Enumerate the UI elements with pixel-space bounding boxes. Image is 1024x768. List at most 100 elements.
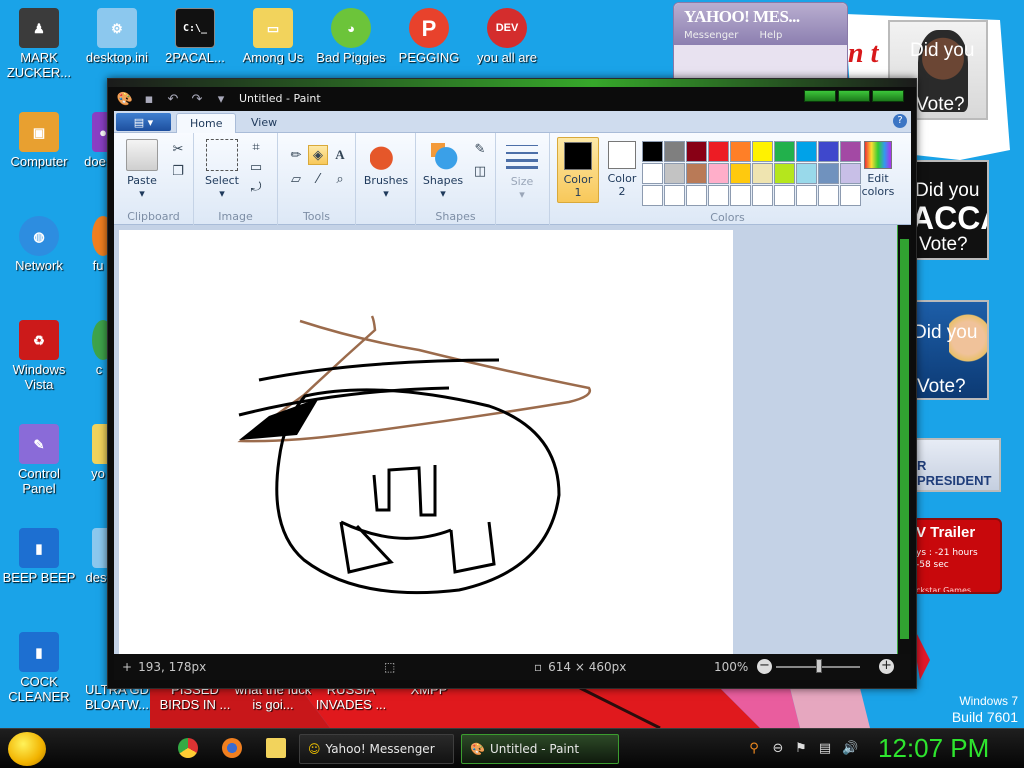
palette-swatch[interactable] bbox=[686, 185, 707, 206]
desktop-icon-2pacal[interactable]: C:\_ 2PACAL... bbox=[156, 8, 234, 65]
desktop-icon-pegging[interactable]: P PEGGING bbox=[390, 8, 468, 65]
volume-icon[interactable]: 🔊 bbox=[842, 741, 858, 757]
zoom-in-button[interactable]: + bbox=[879, 659, 894, 674]
desktop-icon-cock-cleaner[interactable]: ▮ COCK CLEANER bbox=[0, 632, 78, 704]
desktop-icon-mark-zucker[interactable]: ♟ MARK ZUCKER... bbox=[0, 8, 78, 80]
paint-app-icon[interactable]: 🎨 bbox=[116, 90, 134, 108]
save-icon[interactable]: ▪ bbox=[140, 90, 158, 108]
magnifier-icon[interactable]: ⌕ bbox=[330, 169, 350, 189]
palette-swatch[interactable] bbox=[752, 163, 773, 184]
taskbar-task-paint[interactable]: 🎨 Untitled - Paint bbox=[461, 734, 619, 764]
palette-swatch[interactable] bbox=[774, 185, 795, 206]
eraser-icon[interactable]: ▱ bbox=[286, 169, 306, 189]
yahoo-messenger-window[interactable]: YAHOO! MES... Messenger Help bbox=[673, 2, 848, 82]
undo-icon[interactable]: ↶ bbox=[164, 90, 182, 108]
desktop-icon-desktop-ini[interactable]: ⚙ desktop.ini bbox=[78, 8, 156, 65]
palette-swatch[interactable] bbox=[730, 163, 751, 184]
president-ad[interactable]: R PRESIDENT bbox=[915, 438, 1001, 492]
palette-swatch[interactable] bbox=[708, 185, 729, 206]
desktop-icon-among-us[interactable]: ▭ Among Us bbox=[234, 8, 312, 65]
color-picker-icon[interactable]: ⁄ bbox=[308, 169, 328, 189]
copy-icon[interactable]: ❐ bbox=[168, 161, 188, 181]
scrollbar-thumb[interactable] bbox=[900, 239, 909, 639]
paint-window[interactable]: 🎨 ▪ ↶ ↷ ▾ Untitled - Paint ▤ ▾ Home View… bbox=[107, 78, 917, 689]
edit-colors-button[interactable]: Edit colors bbox=[856, 141, 900, 198]
palette-swatch[interactable] bbox=[642, 185, 663, 206]
palette-swatch[interactable] bbox=[752, 141, 773, 162]
desktop-icon-bad-piggies[interactable]: ◕ Bad Piggies bbox=[312, 8, 390, 65]
firefox-icon[interactable] bbox=[222, 738, 242, 758]
desktop-icon-fu[interactable]: fu bbox=[78, 216, 114, 273]
desktop-icon-beep-beep[interactable]: ▮ BEEP BEEP bbox=[0, 528, 78, 585]
outline-icon[interactable]: ✎ bbox=[470, 139, 490, 159]
palette-swatch[interactable] bbox=[642, 141, 663, 162]
start-button[interactable] bbox=[8, 732, 46, 766]
vote-ad-acca[interactable]: Did you ACCA Vote? bbox=[905, 160, 989, 260]
desktop-icon-c[interactable]: c bbox=[78, 320, 114, 377]
vertical-scrollbar[interactable] bbox=[897, 225, 911, 654]
zoom-slider-knob[interactable] bbox=[816, 659, 822, 673]
desktop-icon-doe[interactable]: ● doe bbox=[78, 112, 114, 169]
desktop-icon-des[interactable]: des bbox=[78, 528, 114, 585]
color2-selector[interactable]: Color 2 bbox=[601, 137, 643, 203]
fill-bucket-icon[interactable]: ◈ bbox=[308, 145, 328, 165]
minus-circle-icon[interactable]: ⊖ bbox=[770, 741, 786, 757]
size-button[interactable]: Size ▾ bbox=[502, 143, 542, 201]
fill-icon[interactable]: ◫ bbox=[470, 161, 490, 181]
palette-swatch[interactable] bbox=[664, 163, 685, 184]
action-center-flag-icon[interactable]: ⚑ bbox=[793, 741, 809, 757]
close-button[interactable] bbox=[872, 90, 904, 102]
rotate-icon[interactable]: ⤾ bbox=[246, 177, 266, 197]
desktop-icon-network[interactable]: ◍ Network bbox=[0, 216, 78, 273]
palette-swatch[interactable] bbox=[708, 163, 729, 184]
palette-swatch[interactable] bbox=[774, 163, 795, 184]
explorer-folder-icon[interactable] bbox=[266, 738, 286, 758]
palette-swatch[interactable] bbox=[730, 185, 751, 206]
shapes-button[interactable]: Shapes ▾ bbox=[420, 139, 466, 200]
yahoo-menu-help[interactable]: Help bbox=[760, 30, 783, 41]
palette-swatch[interactable] bbox=[752, 185, 773, 206]
network-tray-icon[interactable]: ▤ bbox=[817, 741, 833, 757]
cut-icon[interactable]: ✂ bbox=[168, 139, 188, 159]
palette-swatch[interactable] bbox=[642, 163, 663, 184]
yahoo-menu-messenger[interactable]: Messenger bbox=[684, 30, 738, 41]
palette-swatch[interactable] bbox=[774, 141, 795, 162]
clock[interactable]: 12:07 PM bbox=[878, 733, 989, 764]
taskbar-task-yahoo[interactable]: ☺ Yahoo! Messenger bbox=[299, 734, 454, 764]
palette-swatch[interactable] bbox=[664, 141, 685, 162]
color1-selector[interactable]: Color 1 bbox=[557, 137, 599, 203]
drawing-canvas[interactable] bbox=[119, 230, 733, 654]
redo-icon[interactable]: ↷ bbox=[188, 90, 206, 108]
paint-menu-button[interactable]: ▤ ▾ bbox=[116, 113, 171, 131]
desktop-icon-windows-vista[interactable]: ♻ Windows Vista bbox=[0, 320, 78, 392]
zoom-out-button[interactable]: − bbox=[757, 659, 772, 674]
palette-swatch[interactable] bbox=[664, 185, 685, 206]
palette-swatch[interactable] bbox=[796, 185, 817, 206]
palette-swatch[interactable] bbox=[796, 163, 817, 184]
desktop-icon-computer[interactable]: ▣ Computer bbox=[0, 112, 78, 169]
desktop-icon-control-panel[interactable]: ✎ Control Panel bbox=[0, 424, 78, 496]
tab-view[interactable]: View bbox=[238, 113, 290, 134]
paste-button[interactable]: Paste ▾ bbox=[120, 139, 164, 200]
palette-swatch[interactable] bbox=[818, 141, 839, 162]
desktop-icon-yo[interactable]: yo bbox=[78, 424, 114, 481]
tab-home[interactable]: Home bbox=[176, 113, 237, 134]
palette-swatch[interactable] bbox=[686, 141, 707, 162]
title-bar[interactable]: 🎨 ▪ ↶ ↷ ▾ Untitled - Paint bbox=[108, 87, 916, 111]
brushes-button[interactable]: Brushes ▾ bbox=[362, 139, 410, 200]
minimize-button[interactable] bbox=[804, 90, 836, 102]
palette-swatch[interactable] bbox=[818, 163, 839, 184]
help-icon[interactable]: ? bbox=[893, 114, 907, 128]
text-tool-icon[interactable]: A bbox=[330, 145, 350, 165]
palette-swatch[interactable] bbox=[686, 163, 707, 184]
vote-ad-hillary[interactable]: Did you Vote? bbox=[915, 300, 989, 400]
pencil-icon[interactable]: ✏ bbox=[286, 145, 306, 165]
search-icon[interactable]: ⚲ bbox=[746, 741, 762, 757]
trailer-ad[interactable]: V Trailer ys : -21 hours -58 sec ckstar … bbox=[912, 518, 1002, 594]
chrome-icon[interactable] bbox=[178, 738, 198, 758]
maximize-button[interactable] bbox=[838, 90, 870, 102]
desktop-icon-you-all-are[interactable]: DEV you all are bbox=[468, 8, 546, 65]
palette-swatch[interactable] bbox=[708, 141, 729, 162]
palette-swatch[interactable] bbox=[796, 141, 817, 162]
yahoo-title-bar[interactable]: YAHOO! MES... Messenger Help bbox=[674, 3, 847, 45]
